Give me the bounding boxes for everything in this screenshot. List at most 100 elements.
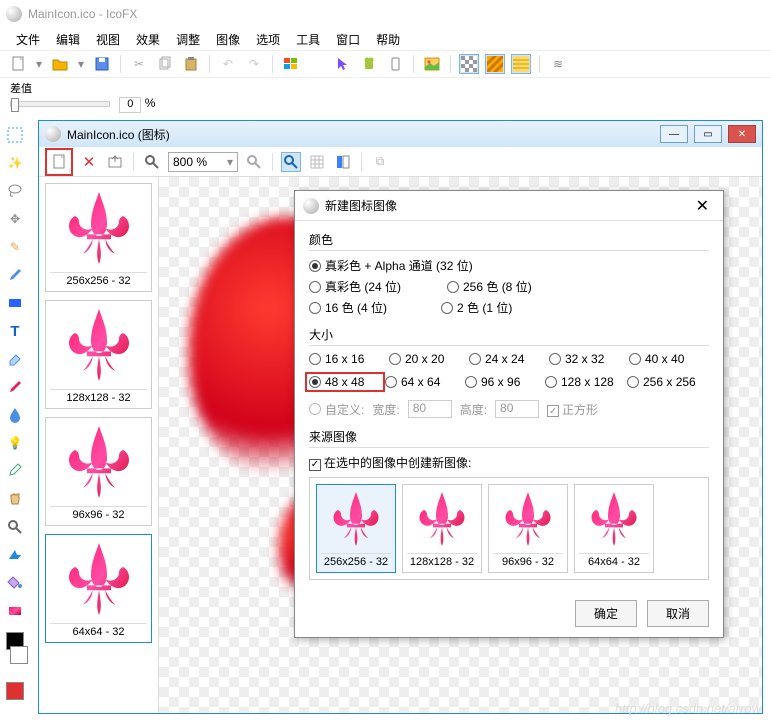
height-input[interactable]: 80: [495, 400, 539, 418]
dialog-titlebar[interactable]: 新建图标图像 ✕: [295, 191, 723, 221]
menu-effect[interactable]: 效果: [128, 28, 168, 51]
doc-titlebar[interactable]: MainIcon.ico (图标) — ▭ ✕: [39, 121, 762, 147]
checker-icon[interactable]: [459, 54, 479, 74]
thumb-96[interactable]: 96x96 - 32: [45, 417, 152, 526]
stripes-icon[interactable]: [485, 54, 505, 74]
layers-icon[interactable]: ≋: [548, 54, 568, 74]
wand-icon[interactable]: ✨: [4, 152, 26, 174]
rect-fill-icon[interactable]: [4, 292, 26, 314]
size-64[interactable]: 64 x 64: [385, 372, 465, 392]
threshold-slider[interactable]: [10, 101, 110, 107]
menu-options[interactable]: 选项: [248, 28, 288, 51]
maximize-button[interactable]: ▭: [694, 125, 722, 143]
size-24[interactable]: 24 x 24: [469, 352, 549, 366]
width-input[interactable]: 80: [408, 400, 452, 418]
pan-icon[interactable]: [4, 488, 26, 510]
paste-icon[interactable]: [181, 54, 201, 74]
ok-button[interactable]: 确定: [575, 600, 637, 627]
grid-icon[interactable]: [307, 152, 327, 172]
size-32[interactable]: 32 x 32: [549, 352, 629, 366]
phone-icon[interactable]: [385, 54, 405, 74]
brush-icon[interactable]: [4, 264, 26, 286]
pencil-icon[interactable]: ✎: [4, 236, 26, 258]
android-icon[interactable]: [359, 54, 379, 74]
size-custom[interactable]: 自定义:: [309, 401, 364, 418]
actual-pixels-icon[interactable]: [281, 152, 301, 172]
eyedropper-icon[interactable]: [4, 460, 26, 482]
threshold-row: 差值 0 %: [0, 78, 771, 114]
text-icon[interactable]: T: [4, 320, 26, 342]
copy-icon[interactable]: [155, 54, 175, 74]
picture-icon[interactable]: [422, 54, 442, 74]
crop-icon[interactable]: ⧉: [370, 152, 390, 172]
move-icon[interactable]: ✥: [4, 208, 26, 230]
main-toolbar: ▾ ▾ ✂ ↶ ↷ ≋: [0, 50, 771, 78]
zoom-icon[interactable]: [4, 516, 26, 538]
split-icon[interactable]: [333, 152, 353, 172]
square-checkbox[interactable]: ✓正方形: [547, 401, 598, 418]
color-1bit[interactable]: 2 色 (1 位): [441, 299, 579, 316]
menu-help[interactable]: 帮助: [368, 28, 408, 51]
eraser-icon[interactable]: [4, 348, 26, 370]
size-40[interactable]: 40 x 40: [629, 352, 709, 366]
thumb-64[interactable]: 64x64 - 32: [45, 534, 152, 643]
src-thumb-256[interactable]: 256x256 - 32: [316, 484, 396, 573]
new-page-icon[interactable]: [49, 152, 69, 172]
shape-icon[interactable]: [4, 544, 26, 566]
menu-window[interactable]: 窗口: [328, 28, 368, 51]
src-thumb-128[interactable]: 128x128 - 32: [402, 484, 482, 573]
color-24bit[interactable]: 真彩色 (24 位): [309, 278, 447, 295]
select-rect-icon[interactable]: [4, 124, 26, 146]
size-16[interactable]: 16 x 16: [309, 352, 389, 366]
zoom-fit-icon[interactable]: [244, 152, 264, 172]
zoom-tool-icon[interactable]: [142, 152, 162, 172]
menu-adjust[interactable]: 调整: [168, 28, 208, 51]
paint-bucket-icon[interactable]: [4, 572, 26, 594]
color-32bit[interactable]: 真彩色 + Alpha 通道 (32 位): [309, 257, 579, 274]
menu-file[interactable]: 文件: [8, 28, 48, 51]
size-128[interactable]: 128 x 128: [545, 372, 627, 392]
undo-icon[interactable]: ↶: [218, 54, 238, 74]
size-256[interactable]: 256 x 256: [627, 372, 709, 392]
color-8bit[interactable]: 256 色 (8 位): [447, 278, 585, 295]
zoom-select[interactable]: 800 %▾: [168, 152, 238, 172]
gradient-icon[interactable]: [4, 600, 26, 622]
bulb-icon[interactable]: 💡: [4, 432, 26, 454]
size-48[interactable]: 48 x 48: [309, 375, 381, 389]
new-file-icon[interactable]: [8, 54, 28, 74]
src-thumb-64[interactable]: 64x64 - 32: [574, 484, 654, 573]
background-color[interactable]: [10, 646, 28, 664]
size-20[interactable]: 20 x 20: [389, 352, 469, 366]
source-checkbox[interactable]: ✓在选中的图像中创建新图像:: [309, 456, 471, 470]
thumb-256[interactable]: 256x256 - 32: [45, 183, 152, 292]
windows-icon[interactable]: [281, 54, 301, 74]
size-96[interactable]: 96 x 96: [465, 372, 545, 392]
menu-edit[interactable]: 编辑: [48, 28, 88, 51]
accent-color[interactable]: [6, 682, 24, 700]
new-dropdown-icon[interactable]: ▾: [34, 54, 44, 74]
close-button[interactable]: ✕: [728, 125, 756, 143]
menu-tools[interactable]: 工具: [288, 28, 328, 51]
thumb-128[interactable]: 128x128 - 32: [45, 300, 152, 409]
delete-icon[interactable]: ✕: [79, 152, 99, 172]
apple-icon[interactable]: [307, 54, 327, 74]
menu-view[interactable]: 视图: [88, 28, 128, 51]
dialog-close-icon[interactable]: ✕: [690, 194, 715, 218]
color-4bit[interactable]: 16 色 (4 位): [309, 299, 441, 316]
hgrid-icon[interactable]: [511, 54, 531, 74]
lasso-icon[interactable]: [4, 180, 26, 202]
recolor-brush-icon[interactable]: [4, 376, 26, 398]
export-icon[interactable]: [105, 152, 125, 172]
open-dropdown-icon[interactable]: ▾: [76, 54, 86, 74]
cancel-button[interactable]: 取消: [647, 600, 709, 627]
open-folder-icon[interactable]: [50, 54, 70, 74]
threshold-value[interactable]: 0: [119, 97, 141, 113]
menu-image[interactable]: 图像: [208, 28, 248, 51]
save-icon[interactable]: [92, 54, 112, 74]
cut-icon[interactable]: ✂: [129, 54, 149, 74]
src-thumb-96[interactable]: 96x96 - 32: [488, 484, 568, 573]
minimize-button[interactable]: —: [660, 125, 688, 143]
redo-icon[interactable]: ↷: [244, 54, 264, 74]
cursor-icon[interactable]: [333, 54, 353, 74]
drop-icon[interactable]: [4, 404, 26, 426]
